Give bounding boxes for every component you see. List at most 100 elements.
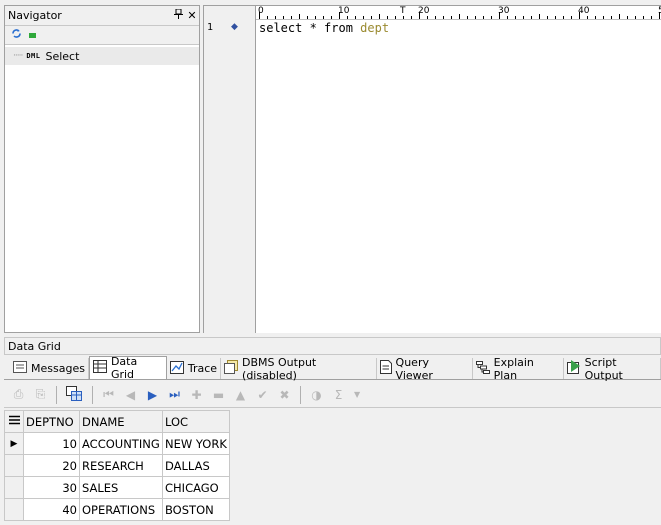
ruler-tick xyxy=(611,16,612,19)
tab-label: DBMS Output (disabled) xyxy=(242,355,317,382)
table-row[interactable]: 20 RESEARCH DALLAS xyxy=(4,454,230,477)
column-header-dname[interactable]: DNAME xyxy=(79,410,163,433)
sql-code-line[interactable]: select * from dept xyxy=(259,21,389,35)
cell-dname[interactable]: RESEARCH xyxy=(79,454,163,477)
next-record-icon[interactable]: ▶ xyxy=(146,388,159,402)
ruler-tick xyxy=(411,16,412,19)
cell-deptno[interactable]: 30 xyxy=(23,476,80,499)
row-indicator xyxy=(4,476,24,499)
refresh-data-icon[interactable]: ◑ xyxy=(310,388,323,402)
navigator-item-select[interactable]: ····· DML Select xyxy=(5,47,199,65)
ruler-tick xyxy=(315,16,316,19)
tab-query-viewer[interactable]: Query Viewer xyxy=(377,355,473,382)
ruler-tick xyxy=(627,16,628,19)
tab-label: Explain Plan xyxy=(493,355,534,382)
cell-dname[interactable]: OPERATIONS xyxy=(79,498,163,521)
ruler-tick xyxy=(467,16,468,19)
post-edit-icon[interactable]: ✔ xyxy=(256,388,269,402)
collapse-icon[interactable] xyxy=(29,29,37,42)
toolbar-separator xyxy=(300,385,301,404)
output-tabs: Messages Data Grid Trace DBMS Output (di… xyxy=(4,355,661,382)
cell-loc[interactable]: DALLAS xyxy=(162,454,230,477)
ruler-tick xyxy=(587,16,588,19)
close-icon[interactable]: ✕ xyxy=(185,9,199,22)
ruler-tick xyxy=(555,16,556,19)
sum-icon[interactable]: Σ xyxy=(332,388,345,402)
ruler-tick xyxy=(355,16,356,19)
last-record-icon[interactable]: ⏭ xyxy=(168,387,181,402)
first-record-icon[interactable]: ⏮ xyxy=(102,387,115,402)
cell-loc[interactable]: BOSTON xyxy=(162,498,230,521)
ruler-label: 30 xyxy=(498,6,510,16)
sql-keyword-text: select * from xyxy=(259,21,361,35)
cancel-edit-icon[interactable]: ✖ xyxy=(278,388,291,402)
current-row-indicator-icon: ▶ xyxy=(4,432,24,455)
result-grid[interactable]: DEPTNO DNAME LOC ▶ 10 ACCOUNTING NEW YOR… xyxy=(4,410,230,521)
ruler-tick xyxy=(435,16,436,19)
edit-record-icon[interactable]: ▲ xyxy=(234,388,247,402)
table-row[interactable]: 30 SALES CHICAGO xyxy=(4,476,230,499)
copy-records-icon[interactable] xyxy=(66,385,83,404)
sql-editor[interactable]: 1 ◆ 01020304050T select * from dept xyxy=(203,5,661,333)
navigator-title: Navigator xyxy=(8,9,62,22)
tab-messages[interactable]: Messages xyxy=(10,358,89,379)
tab-label: Query Viewer xyxy=(395,355,433,382)
insert-record-icon[interactable]: ✚ xyxy=(190,388,203,402)
ruler-tick xyxy=(651,16,652,19)
ruler-tick xyxy=(595,16,596,19)
tab-trace[interactable]: Trace xyxy=(167,358,222,379)
ruler-tick xyxy=(563,16,564,19)
tab-explain-plan[interactable]: Explain Plan xyxy=(473,355,564,382)
tab-script-output[interactable]: Script Output xyxy=(564,355,661,382)
save-icon[interactable]: ⎙ xyxy=(12,387,25,402)
grid-menu-icon[interactable] xyxy=(4,410,24,433)
ruler-tick xyxy=(475,16,476,19)
previous-record-icon[interactable]: ◀ xyxy=(124,388,137,402)
ruler-label: 0 xyxy=(258,6,264,16)
ruler-tick xyxy=(547,16,548,19)
data-grid-title: Data Grid xyxy=(8,339,61,353)
grid-toolbar: ⎙ ⎘ ⏮ ◀ ▶ ⏭ ✚ ▬ ▲ ✔ ✖ ◑ Σ ▼ xyxy=(4,382,661,408)
ruler-tick xyxy=(491,16,492,19)
delete-record-icon[interactable]: ▬ xyxy=(212,388,225,402)
editor-gutter: 1 ◆ xyxy=(204,6,256,333)
tab-label: Trace xyxy=(187,362,218,375)
ruler-tick xyxy=(395,16,396,19)
tab-dbms-output[interactable]: DBMS Output (disabled) xyxy=(221,355,377,382)
line-marker-icon: ◆ xyxy=(231,22,238,32)
column-header-loc[interactable]: LOC xyxy=(162,410,230,433)
table-row[interactable]: 40 OPERATIONS BOSTON xyxy=(4,498,230,521)
cell-deptno[interactable]: 40 xyxy=(23,498,80,521)
ruler-tick xyxy=(283,16,284,19)
ruler-tick xyxy=(371,16,372,19)
tab-label: Script Output xyxy=(584,355,623,382)
column-header-deptno[interactable]: DEPTNO xyxy=(23,410,80,433)
ruler-tick xyxy=(299,14,300,19)
ruler-label: 40 xyxy=(578,6,590,16)
cell-dname[interactable]: ACCOUNTING xyxy=(79,432,163,455)
ruler-tick xyxy=(507,16,508,19)
editor-ruler: 01020304050T xyxy=(256,6,661,20)
ruler-tick xyxy=(427,16,428,19)
ruler-tick xyxy=(307,16,308,19)
refresh-icon[interactable] xyxy=(11,28,22,42)
ruler-tick xyxy=(275,16,276,19)
chevron-down-icon[interactable]: ▼ xyxy=(354,390,360,399)
cell-loc[interactable]: CHICAGO xyxy=(162,476,230,499)
ruler-tick xyxy=(515,16,516,19)
ruler-tick xyxy=(323,16,324,19)
navigator-panel: Navigator ✕ ····· DML Select xyxy=(4,5,200,333)
cell-deptno[interactable]: 20 xyxy=(23,454,80,477)
export-icon[interactable]: ⎘ xyxy=(34,387,47,402)
table-row[interactable]: ▶ 10 ACCOUNTING NEW YORK xyxy=(4,432,230,455)
ruler-tick xyxy=(291,16,292,19)
tab-label: Messages xyxy=(31,362,85,375)
cell-loc[interactable]: NEW YORK xyxy=(162,432,230,455)
ruler-tick xyxy=(603,16,604,19)
pin-icon[interactable] xyxy=(171,8,185,22)
ruler-tick xyxy=(643,16,644,19)
tab-data-grid[interactable]: Data Grid xyxy=(88,355,167,381)
script-output-icon xyxy=(566,360,581,377)
cell-dname[interactable]: SALES xyxy=(79,476,163,499)
cell-deptno[interactable]: 10 xyxy=(23,432,80,455)
